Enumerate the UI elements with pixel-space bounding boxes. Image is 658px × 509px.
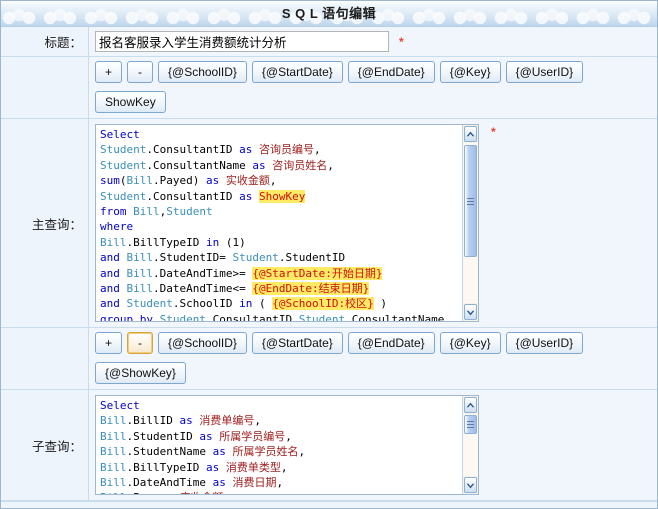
sql-line: from Bill,Student — [100, 204, 213, 218]
main-toolbar-label-spacer — [1, 57, 89, 118]
sql-line: sum(Bill.Payed) as 实收金额, — [100, 174, 277, 188]
main-scroll-thumb[interactable] — [464, 145, 477, 257]
sub-insert-schoolid-button[interactable]: {@SchoolID} — [158, 332, 247, 354]
window-titlebar: S Q L 语句编辑 — [1, 1, 657, 27]
sub-remove-button[interactable]: - — [127, 332, 154, 354]
sub-scroll-track[interactable] — [463, 414, 478, 476]
scroll-down-icon[interactable] — [464, 477, 477, 493]
main-query-label: 主查询： — [1, 119, 89, 327]
sub-insert-key-button[interactable]: {@Key} — [439, 332, 501, 354]
sql-line: Bill.BillTypeID in (1) — [100, 235, 246, 249]
sub-toolbar-label-spacer — [1, 328, 89, 389]
sub-insert-showkey-button[interactable]: {@ShowKey} — [95, 362, 186, 384]
form-row-main-toolbar: + - {@SchoolID} {@StartDate} {@EndDate} … — [1, 57, 657, 119]
sub-scroll-thumb[interactable] — [464, 415, 477, 434]
scroll-down-icon[interactable] — [464, 304, 477, 320]
sub-insert-enddate-button[interactable]: {@EndDate} — [347, 332, 435, 354]
title-field-cell: * — [89, 27, 657, 56]
main-remove-button[interactable]: - — [127, 61, 154, 83]
sql-line: where — [100, 220, 134, 234]
main-insert-userid-button[interactable]: {@UserID} — [505, 61, 584, 83]
sql-line: Bill.Pay as 应收金额, — [100, 490, 459, 494]
scroll-up-icon[interactable] — [464, 397, 477, 413]
sub-query-text[interactable]: Select Bill.BillID as 消费单编号, Bill.StudentI… — [96, 396, 462, 494]
main-insert-startdate-button[interactable]: {@StartDate} — [251, 61, 343, 83]
main-add-button[interactable]: + — [95, 61, 123, 83]
window-title: S Q L 语句编辑 — [281, 6, 377, 21]
main-query-scrollbar[interactable] — [462, 125, 478, 321]
sql-line: and Bill.DateAndTime<= {@EndDate:结束日期} — [100, 281, 370, 295]
sql-line: Bill.DateAndTime as 消费日期, — [100, 475, 284, 489]
main-query-text[interactable]: Select Student.ConsultantID as 咨询员编号, Stud… — [96, 125, 462, 321]
main-query-required-asterisk: * — [491, 125, 496, 139]
sql-line: Bill.BillTypeID as 消费单类型, — [100, 460, 288, 474]
form-row-title: 标题： * — [1, 27, 657, 57]
sql-line: Bill.BillID as 消费单编号, — [100, 414, 261, 428]
main-insert-showkey-button[interactable]: ShowKey — [95, 91, 166, 113]
scroll-grip-icon — [467, 197, 474, 205]
sql-line: and Bill.StudentID= Student.StudentID — [100, 251, 346, 265]
main-insert-schoolid-button[interactable]: {@SchoolID} — [158, 61, 247, 83]
main-insert-key-button[interactable]: {@Key} — [439, 61, 501, 83]
main-query-toolbar: + - {@SchoolID} {@StartDate} {@EndDate} … — [89, 57, 657, 118]
sub-query-label: 子查询： — [1, 390, 89, 500]
title-input[interactable] — [95, 31, 389, 52]
scroll-up-icon[interactable] — [464, 126, 477, 142]
sql-line: and Student.SchoolID in ( {@SchoolID:校区}… — [100, 297, 387, 311]
form-row-sub-query: 子查询： Select Bill.BillID as 消费单编号, Bill.Stu… — [1, 390, 657, 501]
sql-line: Bill.StudentID as 所属学员编号, — [100, 429, 292, 443]
sub-query-toolbar: + - {@SchoolID} {@StartDate} {@EndDate} … — [89, 328, 657, 389]
sub-query-scrollbar[interactable] — [462, 396, 478, 494]
sql-editor-form: 标题： * + - {@SchoolID} {@StartDate} {@End… — [1, 27, 657, 501]
sql-editor-window: S Q L 语句编辑 标题： * + - {@SchoolID} {@Start… — [0, 0, 658, 509]
form-row-main-query: 主查询： Select Student.ConsultantID as 咨询员编号… — [1, 119, 657, 328]
sql-line: and Bill.DateAndTime>= {@StartDate:开始日期} — [100, 266, 383, 280]
sub-query-field-cell: Select Bill.BillID as 消费单编号, Bill.StudentI… — [89, 390, 657, 500]
sql-line: group by Student.ConsultantID,Student.Co… — [100, 312, 445, 321]
main-query-editor[interactable]: Select Student.ConsultantID as 咨询员编号, Stud… — [95, 124, 479, 322]
title-required-asterisk: * — [399, 34, 404, 49]
sql-line: Select — [100, 399, 140, 412]
sql-line: Select — [100, 128, 140, 141]
sub-insert-userid-button[interactable]: {@UserID} — [505, 332, 584, 354]
sql-line: Student.ConsultantID as 咨询员编号, — [100, 143, 321, 157]
form-row-sub-toolbar: + - {@SchoolID} {@StartDate} {@EndDate} … — [1, 328, 657, 390]
main-query-field-cell: Select Student.ConsultantID as 咨询员编号, Stud… — [89, 119, 657, 327]
scroll-grip-icon — [467, 421, 474, 428]
sql-line: Student.ConsultantName as 咨询员姓名, — [100, 158, 334, 172]
main-scroll-track[interactable] — [463, 143, 478, 303]
main-insert-enddate-button[interactable]: {@EndDate} — [347, 61, 435, 83]
sql-line: Bill.StudentName as 所属学员姓名, — [100, 445, 306, 459]
bottom-permission-bar: 已选用户/组 禁止访问 所有用户组 — [1, 501, 657, 508]
sub-query-editor[interactable]: Select Bill.BillID as 消费单编号, Bill.StudentI… — [95, 395, 479, 495]
sql-line: Student.ConsultantID as ShowKey — [100, 189, 306, 203]
sub-insert-startdate-button[interactable]: {@StartDate} — [251, 332, 343, 354]
title-label: 标题： — [1, 27, 89, 56]
sub-add-button[interactable]: + — [95, 332, 123, 354]
